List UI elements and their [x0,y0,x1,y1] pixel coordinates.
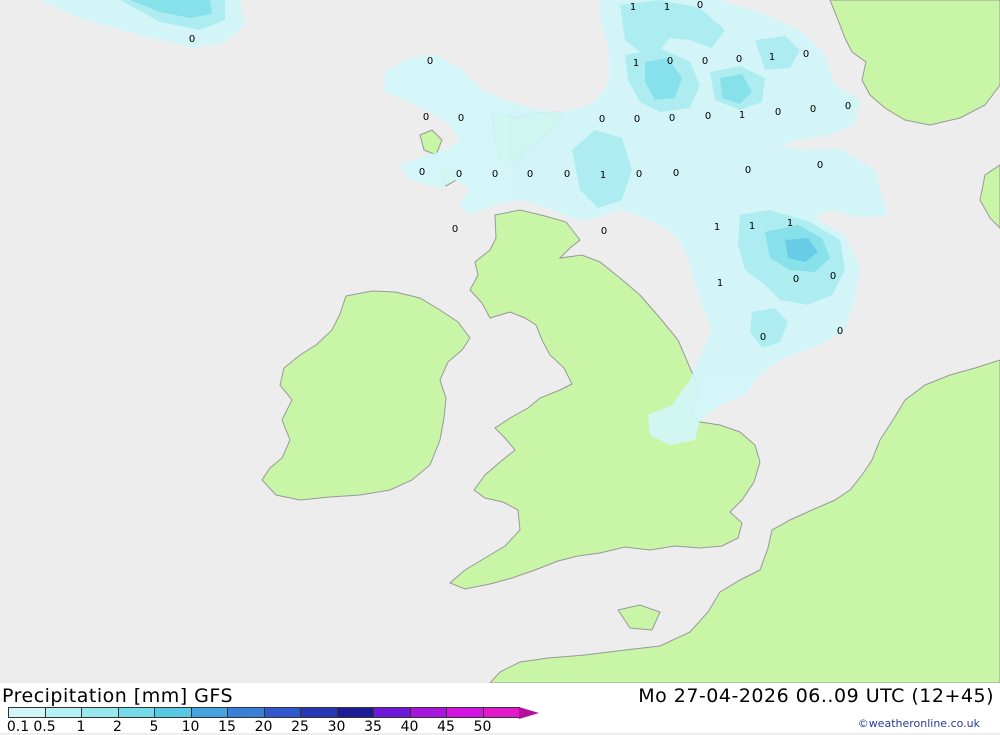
value-label: 0 [492,169,498,180]
value-label: 1 [717,278,723,289]
value-label: 1 [739,110,745,121]
legend-swatch [482,707,520,718]
legend-swatch [519,707,539,719]
value-label: 0 [745,165,751,176]
legend-swatch [373,707,411,718]
value-label: 1 [714,222,720,233]
value-label: 0 [793,274,799,285]
value-label: 0 [636,169,642,180]
value-label: 0 [601,226,607,237]
value-label: 0 [673,168,679,179]
legend-swatch [336,707,374,718]
legend-swatch [263,707,301,718]
value-label: 0 [527,169,533,180]
map-title: Precipitation [mm] GFS [2,685,234,707]
value-label: 0 [803,49,809,60]
value-label: 0 [760,332,766,343]
value-label: 1 [787,218,793,229]
value-label: 0 [456,169,462,180]
value-label: 0 [427,56,433,67]
legend-swatch [81,707,119,718]
value-label: 1 [769,52,775,63]
value-label: 1 [664,2,670,13]
value-label: 0 [189,34,195,45]
value-label: 0 [817,160,823,171]
legend-swatch [8,707,46,718]
value-label: 0 [736,54,742,65]
value-label: 0 [564,169,570,180]
value-label: 0 [775,107,781,118]
value-label: 0 [458,113,464,124]
value-label: 1 [600,170,606,181]
legend-swatch [227,707,265,718]
legend-swatch [117,707,155,718]
value-label: 0 [423,112,429,123]
legend-swatch [154,707,192,718]
value-label: 1 [630,2,636,13]
legend-swatch [44,707,82,718]
value-label: 0 [845,101,851,112]
value-label: 0 [837,326,843,337]
value-label: 0 [599,114,605,125]
legend-bar: Precipitation [mm] GFS Mo 27-04-2026 06.… [0,683,1000,735]
value-label: 0 [705,111,711,122]
legend-swatch [300,707,338,718]
value-label: 1 [633,58,639,69]
value-label: 0 [452,224,458,235]
value-label: 0 [830,271,836,282]
value-label: 0 [702,56,708,67]
legend-swatch [446,707,484,718]
legend-swatch [190,707,228,718]
value-label: 0 [697,0,703,11]
legend-swatch [409,707,447,718]
color-scale: 0.1 0.5 1 2 5 10 15 20 25 30 35 40 45 50 [7,707,539,735]
value-label: 0 [634,114,640,125]
value-label: 1 [749,221,755,232]
credit-link[interactable]: ©weatheronline.co.uk [858,717,980,730]
precipitation-map: 1 1 0 0 0 1 0 0 0 1 0 0 0 0 0 0 1 0 0 0 … [0,0,1000,683]
value-label: 0 [669,113,675,124]
value-label: 0 [419,167,425,178]
valid-time: Mo 27-04-2026 06..09 UTC (12+45) [638,685,994,707]
value-label: 0 [810,104,816,115]
value-label: 0 [667,56,673,67]
